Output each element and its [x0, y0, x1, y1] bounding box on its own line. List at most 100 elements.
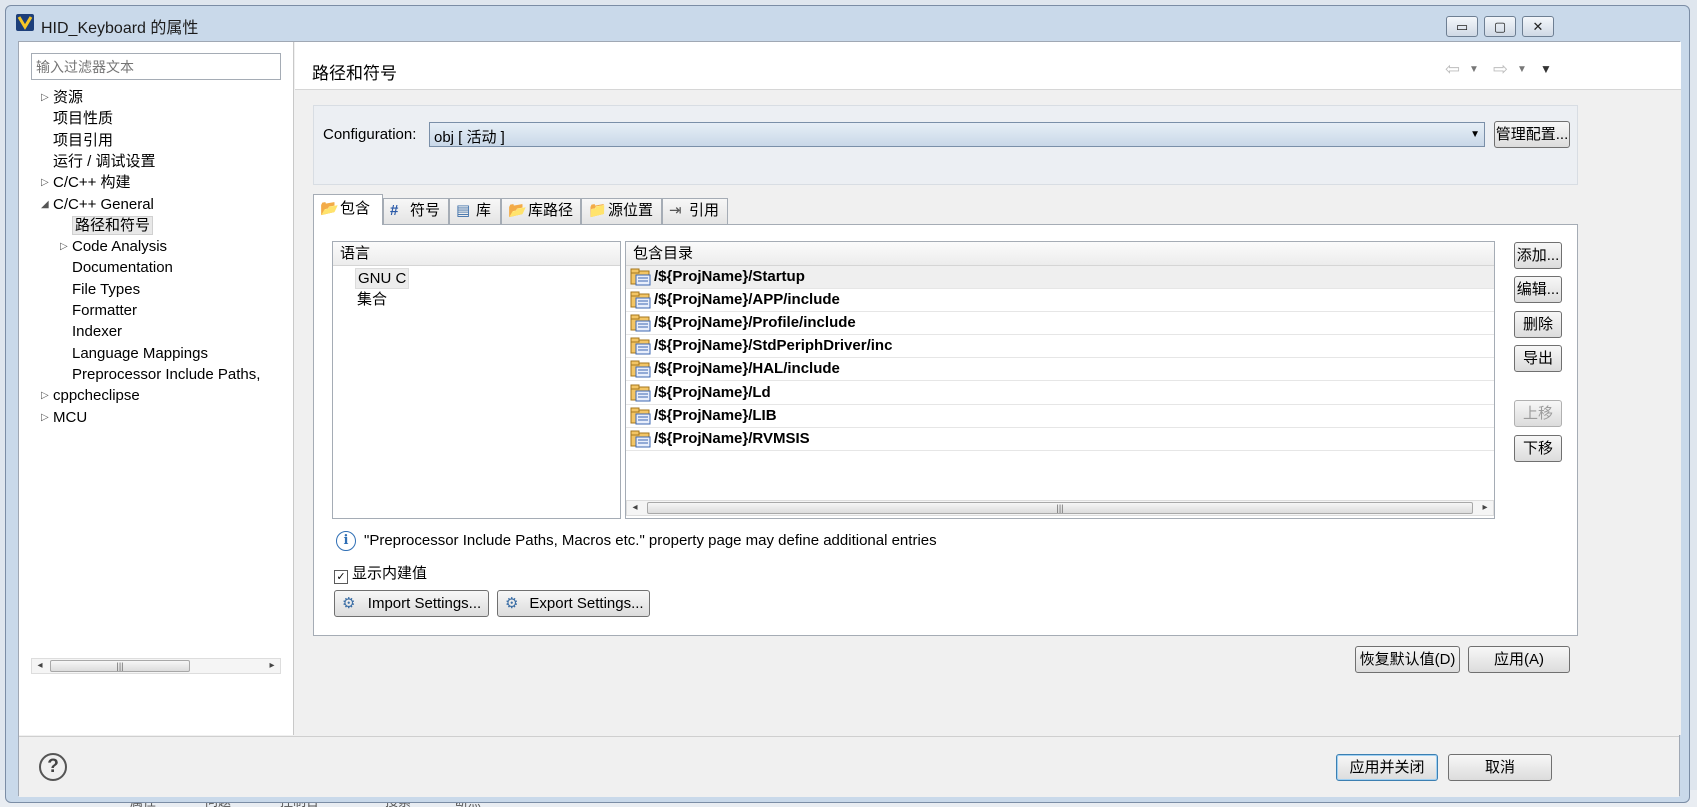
include-path: /${ProjName}/LIB [654, 406, 777, 424]
language-item-gnu-c[interactable]: GNU C [355, 268, 410, 289]
scroll-right-icon[interactable]: ▸ [264, 659, 280, 673]
restore-defaults-button[interactable]: 恢复默认值(D) [1355, 646, 1460, 673]
apply-button[interactable]: 应用(A) [1468, 646, 1570, 673]
collapse-arrow-icon[interactable]: ◢ [41, 195, 53, 215]
back-arrow-icon[interactable]: ⇦ [1445, 59, 1460, 80]
window-title: HID_Keyboard 的属性 [41, 20, 199, 37]
configuration-select[interactable]: obj [ 活动 ] ▼ [429, 122, 1485, 147]
minimize-button[interactable]: ▭ [1446, 16, 1478, 37]
tab-source-location[interactable]: 📁源位置 [581, 198, 662, 224]
tree-item[interactable]: 项目引用 [53, 131, 113, 151]
manage-configurations-button[interactable]: 管理配置... [1494, 121, 1570, 148]
tree-item[interactable]: ▷ Code Analysis [60, 237, 168, 257]
apply-and-close-button[interactable]: 应用并关闭 [1336, 754, 1438, 781]
tree-item-label: File Types [72, 280, 141, 298]
tab-library-paths-label: 库路径 [528, 202, 574, 219]
include-folder-icon [630, 291, 651, 309]
properties-dialog: HID_Keyboard 的属性 ▭ ▢ ✕ ▷资源项目性质项目引用运行 / 调… [5, 5, 1690, 803]
tab-references[interactable]: ⇥ 引用 [662, 198, 728, 224]
tree-item[interactable]: Indexer [72, 322, 122, 342]
include-row[interactable]: /${ProjName}/Ld [626, 382, 1494, 405]
tab-libraries-label: 库 [476, 202, 492, 219]
tree-item-label: Documentation [72, 259, 173, 277]
include-path: /${ProjName}/APP/include [654, 291, 840, 309]
maximize-button[interactable]: ▢ [1484, 16, 1516, 37]
tree-item[interactable]: ▷ cppcheclipse [41, 386, 140, 406]
expand-arrow-icon[interactable]: ▷ [41, 408, 53, 428]
tree-item[interactable]: 路径和符号 [72, 215, 154, 236]
tree-item[interactable]: ◢ C/C++ General [41, 195, 154, 215]
source-folder-icon: 📁 [588, 202, 607, 219]
title-bar[interactable]: HID_Keyboard 的属性 ▭ ▢ ✕ [6, 6, 1689, 37]
include-folder-icon [630, 407, 651, 425]
dialog-client-area: ▷资源项目性质项目引用运行 / 调试设置▷C/C++ 构建◢C/C++ Gene… [18, 41, 1681, 797]
add-button[interactable]: 添加... [1514, 242, 1562, 269]
include-row[interactable]: /${ProjName}/RVMSIS [626, 428, 1494, 451]
tree-item[interactable]: ▷ 资源 [41, 88, 83, 108]
tree-item[interactable]: 项目性质 [53, 109, 113, 129]
include-row[interactable]: /${ProjName}/LIB [626, 405, 1494, 428]
expand-arrow-icon[interactable]: ▷ [41, 173, 53, 193]
expand-arrow-icon[interactable]: ▷ [41, 88, 53, 108]
include-row[interactable]: /${ProjName}/APP/include [626, 289, 1494, 313]
tab-includes[interactable]: 📂包含 [313, 194, 383, 225]
include-row[interactable]: /${ProjName}/HAL/include [626, 358, 1494, 382]
configuration-box: Configuration: obj [ 活动 ] ▼ 管理配置... [313, 105, 1578, 185]
includes-tab-page: 语言 GNU C 集合 包含目录 /${ProjName}/Startup /${… [313, 224, 1578, 636]
cancel-button[interactable]: 取消 [1448, 754, 1552, 781]
languages-column-header[interactable]: 语言 [333, 242, 620, 266]
tree-item[interactable]: Language Mappings [72, 344, 208, 364]
include-row[interactable]: /${ProjName}/Startup [626, 266, 1494, 289]
filter-input[interactable] [31, 53, 281, 80]
forward-dropdown-icon[interactable]: ▼ [1517, 64, 1527, 75]
import-settings-label: Import Settings... [367, 595, 482, 612]
scroll-right-icon[interactable]: ▸ [1477, 501, 1493, 515]
dialog-button-bar: ? 应用并关闭 取消 [19, 736, 1679, 797]
delete-button[interactable]: 删除 [1514, 311, 1562, 338]
tree-item[interactable]: File Types [72, 280, 140, 300]
include-directories-column-header[interactable]: 包含目录 [626, 242, 1494, 266]
include-path: /${ProjName}/Startup [654, 268, 805, 285]
tree-item[interactable]: Documentation [72, 258, 173, 278]
back-dropdown-icon[interactable]: ▼ [1469, 64, 1479, 75]
tree-item-label: cppcheclipse [53, 387, 140, 405]
include-row[interactable]: /${ProjName}/StdPeriphDriver/inc [626, 335, 1494, 359]
include-folder-icon [630, 360, 651, 378]
tree-item[interactable]: ▷ C/C++ 构建 [41, 173, 131, 193]
view-menu-icon[interactable]: ▼ [1540, 62, 1552, 76]
tab-libraries[interactable]: ▤ 库 [449, 198, 501, 224]
import-settings-button[interactable]: ⚙ Import Settings... [334, 590, 489, 617]
scroll-thumb[interactable]: ||| [647, 502, 1473, 514]
export-button[interactable]: 导出 [1514, 345, 1562, 372]
checkmark-icon[interactable]: ✓ [334, 570, 348, 584]
include-directories-list: 包含目录 /${ProjName}/Startup /${ProjName}/AP… [625, 241, 1495, 519]
info-icon: i [336, 531, 356, 551]
folder-include-icon: 📂 [320, 200, 339, 217]
tree-item[interactable]: 运行 / 调试设置 [53, 152, 156, 172]
tree-item[interactable]: ▷ MCU [41, 408, 87, 428]
tree-item-label: Code Analysis [72, 238, 168, 256]
tree-horizontal-scrollbar[interactable]: ◂ ||| ▸ [31, 658, 281, 674]
close-button[interactable]: ✕ [1522, 16, 1554, 37]
move-down-button[interactable]: 下移 [1514, 435, 1562, 462]
move-up-button[interactable]: 上移 [1514, 400, 1562, 427]
category-panel: ▷资源项目性质项目引用运行 / 调试设置▷C/C++ 构建◢C/C++ Gene… [19, 42, 294, 735]
tree-item[interactable]: Formatter [72, 301, 137, 321]
languages-list[interactable]: 语言 GNU C 集合 [332, 241, 621, 519]
help-icon[interactable]: ? [39, 753, 67, 781]
edit-button[interactable]: 编辑... [1514, 276, 1562, 303]
tab-symbols[interactable]: # 符号 [383, 198, 449, 224]
show-builtin-checkbox[interactable]: ✓ 显示内建值 [334, 562, 427, 584]
tab-library-paths[interactable]: 📂库路径 [501, 198, 581, 224]
include-row[interactable]: /${ProjName}/Profile/include [626, 312, 1494, 336]
language-item-collection[interactable]: 集合 [357, 290, 387, 310]
expand-arrow-icon[interactable]: ▷ [41, 386, 53, 406]
scroll-left-icon[interactable]: ◂ [32, 659, 48, 673]
tree-item[interactable]: Preprocessor Include Paths, [72, 365, 260, 385]
scroll-thumb[interactable]: ||| [50, 660, 190, 672]
export-settings-button[interactable]: ⚙ Export Settings... [497, 590, 650, 617]
scroll-left-icon[interactable]: ◂ [627, 501, 643, 515]
forward-arrow-icon[interactable]: ⇨ [1493, 59, 1508, 80]
expand-arrow-icon[interactable]: ▷ [60, 237, 72, 257]
includes-horizontal-scrollbar[interactable]: ◂ ||| ▸ [626, 500, 1494, 516]
